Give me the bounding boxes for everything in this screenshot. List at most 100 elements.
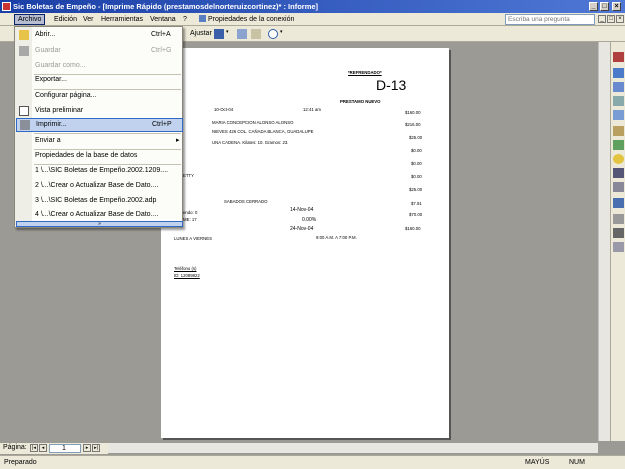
amount-4: $0.00: [411, 148, 422, 153]
menu-archivo[interactable]: Archivo: [14, 14, 46, 25]
mdi-minimize-button[interactable]: _: [598, 15, 606, 23]
row2-left: ME: 17: [183, 217, 197, 222]
amount-10: $160.00: [405, 226, 421, 231]
database-window-icon[interactable]: [237, 29, 247, 39]
tool-icon-3[interactable]: [613, 96, 624, 106]
first-page-button[interactable]: |◂: [30, 444, 38, 452]
connection-properties-menu[interactable]: Propiedades de la conexión: [196, 14, 297, 25]
mdi-close-button[interactable]: ×: [616, 15, 624, 23]
amount-9: $70.00: [409, 212, 423, 217]
report-heading: *REFRENDADO*: [348, 70, 382, 75]
report-date: 10-Oct-04: [214, 107, 234, 112]
vertical-scrollbar[interactable]: [598, 42, 610, 441]
next-page-button[interactable]: ▸: [83, 444, 91, 452]
save-disk-icon: [19, 46, 29, 56]
menu-item-exportar[interactable]: Exportar...: [16, 73, 183, 87]
menu-item-propiedades[interactable]: Propiedades de la base de datos: [16, 149, 183, 163]
menu-item-vista-preliminar[interactable]: Vista preliminar: [16, 104, 183, 118]
tool-icon-6[interactable]: [613, 140, 624, 150]
last-page-button[interactable]: ▸|: [92, 444, 100, 452]
saturday-closed: SABADOS CERRADO: [224, 199, 268, 204]
tool-icon-9[interactable]: [613, 198, 624, 208]
app-icon: [2, 2, 11, 11]
customer-name: MARIA CONCEPCION ALONSO ALONSO: [212, 120, 294, 125]
tool-icon-10[interactable]: [613, 214, 624, 224]
menu-item-guardar[interactable]: Guardar Ctrl+G: [16, 44, 183, 58]
amount-6: $0.00: [411, 174, 422, 179]
caps-indicator: MAYÚS: [525, 459, 550, 466]
id-label: ID: 12089822: [174, 273, 200, 278]
smiley-icon[interactable]: [613, 154, 624, 164]
schedule-hours: 9:00 A.M. A 7:00 P.M.: [316, 235, 357, 240]
tool-icon-4[interactable]: [613, 110, 624, 120]
tool-icon-12[interactable]: [613, 242, 624, 252]
submenu-arrow-icon: ▸: [176, 137, 180, 144]
maximize-button[interactable]: □: [600, 2, 609, 11]
item-description: UNA CADENA. Kilates: 10. Gramos: 23.: [212, 140, 289, 145]
office-links-icon[interactable]: [214, 29, 224, 39]
menu-item-recent-4[interactable]: 4 \...\Crear o Actualizar Base de Dato..…: [16, 208, 183, 222]
help-icon[interactable]: [268, 29, 278, 39]
menu-help[interactable]: ?: [180, 14, 190, 25]
report-time: 12:41 am: [303, 107, 321, 112]
etty-text: ETTY: [183, 173, 194, 178]
ajustar-button[interactable]: Ajustar: [190, 29, 212, 39]
tool-icon-5[interactable]: [613, 126, 624, 136]
page-label: Página:: [3, 444, 27, 451]
status-text: Preparado: [4, 459, 37, 466]
chevron-down-icon[interactable]: ▾: [226, 29, 232, 39]
connection-icon: [199, 15, 206, 22]
tool-icon-8[interactable]: [613, 182, 624, 192]
close-pane-icon[interactable]: [613, 52, 624, 62]
amount-5: $0.00: [411, 161, 422, 166]
menu-item-recent-2[interactable]: 2 \...\Crear o Actualizar Base de Dato..…: [16, 179, 183, 193]
help-search-input[interactable]: Escriba una pregunta: [505, 14, 595, 25]
menu-item-recent-1[interactable]: 1 \...\SIC Boletas de Empeño.2002.1209..…: [16, 164, 183, 178]
open-folder-icon: [19, 30, 29, 40]
title-bar: Sic Boletas de Empeño - [Imprime Rápido …: [0, 0, 625, 13]
menu-ver[interactable]: Ver: [80, 14, 97, 25]
chevron-down-icon-2[interactable]: ▾: [280, 29, 286, 39]
file-menu: Abrir... Ctrl+A Guardar Ctrl+G Guardar c…: [14, 26, 183, 228]
tool-icon-7[interactable]: [613, 168, 624, 178]
report-page: *REFRENDADO* D-13 PRESTAMO NUEVO 10-Oct-…: [161, 48, 449, 438]
amount-3: $25.00: [409, 135, 423, 140]
amount-1: $160.00: [405, 110, 421, 115]
menu-item-enviar-a[interactable]: Enviar a ▸: [16, 134, 183, 148]
menu-item-configurar-pagina[interactable]: Configurar página...: [16, 89, 183, 103]
menu-edicion[interactable]: Edición: [51, 14, 80, 25]
print-preview-icon: [19, 106, 29, 116]
menu-herramientas[interactable]: Herramientas: [98, 14, 146, 25]
vertical-toolbar: [610, 42, 625, 441]
expand-menu-chevron-icon[interactable]: »: [16, 221, 183, 227]
tool-icon-1[interactable]: [613, 68, 624, 78]
customer-address: NIEVES 426 COL. CAÑADA BLANCA, GUADALUPE: [212, 129, 314, 134]
amount-2: $216.00: [405, 122, 421, 127]
status-bar: Preparado MAYÚS NUM: [0, 455, 625, 469]
tool-icon-2[interactable]: [613, 82, 624, 92]
report-number: D-13: [376, 77, 407, 93]
horizontal-scrollbar[interactable]: [108, 443, 598, 453]
menu-item-imprimir[interactable]: Imprimir... Ctrl+P: [16, 118, 183, 132]
page-number-input[interactable]: 1: [49, 444, 81, 453]
mdi-restore-button[interactable]: □: [607, 15, 615, 23]
menu-bar: Archivo Edición Ver Herramientas Ventana…: [0, 13, 625, 26]
close-button[interactable]: ×: [612, 2, 621, 11]
num-indicator: NUM: [569, 459, 585, 466]
menu-item-recent-3[interactable]: 3 \...\SIC Boletas de Empeño.2002.adp: [16, 194, 183, 208]
menu-item-guardar-como[interactable]: Guardar como...: [16, 59, 183, 73]
row1-date: 14-Nov-04: [290, 207, 314, 213]
row1-left: endo: 0: [183, 210, 198, 215]
amount-8: $7.91: [411, 201, 422, 206]
menu-ventana[interactable]: Ventana: [147, 14, 179, 25]
row2-percent: 0.00%: [302, 217, 317, 223]
new-object-icon[interactable]: [251, 29, 261, 39]
menu-item-abrir[interactable]: Abrir... Ctrl+A: [16, 28, 183, 42]
amount-7: $25.00: [409, 187, 423, 192]
tool-icon-11[interactable]: [613, 228, 624, 238]
prev-page-button[interactable]: ◂: [39, 444, 47, 452]
minimize-button[interactable]: _: [589, 2, 598, 11]
loan-label: PRESTAMO NUEVO: [340, 99, 381, 104]
schedule-days: LUNES A VIERNES: [174, 236, 212, 241]
page-navigation: Página: |◂ ◂ 1 ▸ ▸|: [0, 443, 108, 454]
